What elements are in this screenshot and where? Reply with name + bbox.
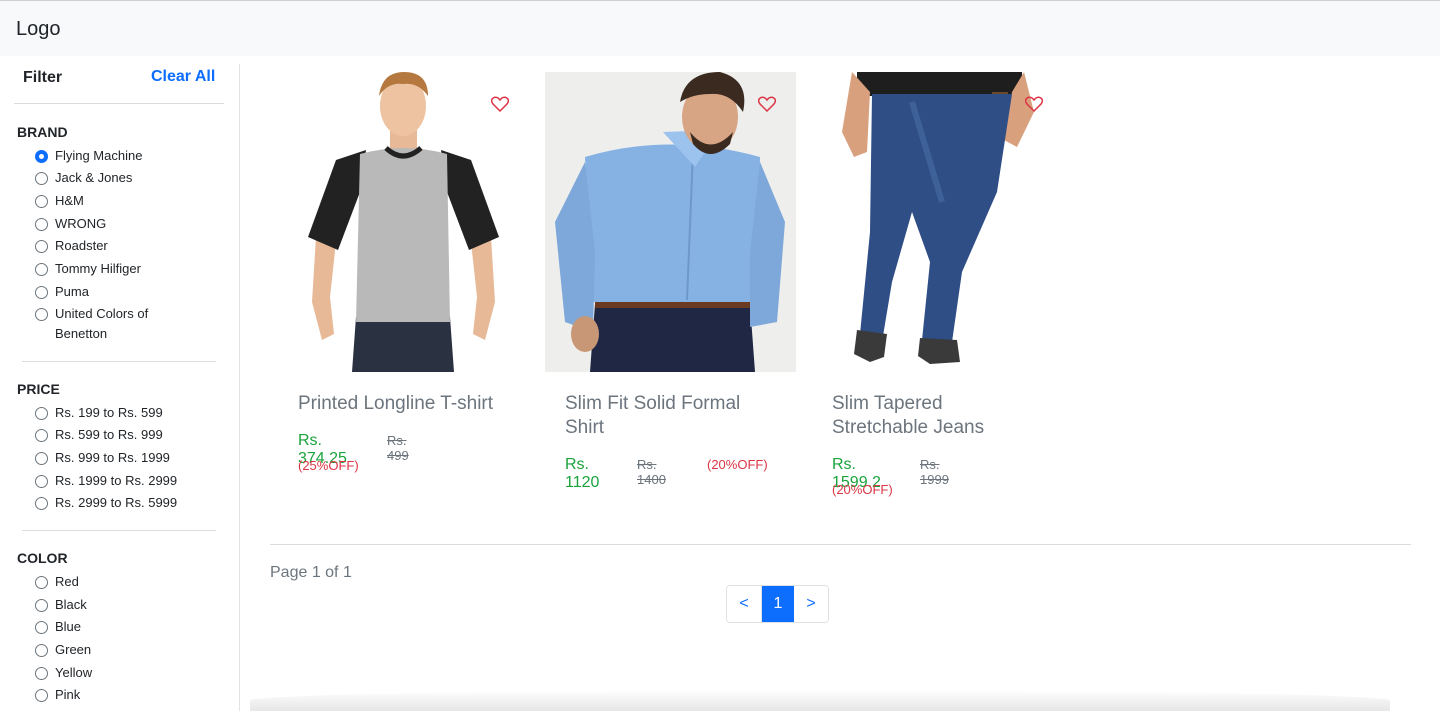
- product-mrp: Rs. 1400: [637, 457, 666, 487]
- product-discount: (20%OFF): [707, 457, 768, 472]
- radio-button[interactable]: [35, 599, 48, 612]
- color-option-blue[interactable]: Blue: [35, 617, 225, 637]
- radio-button[interactable]: [35, 150, 48, 163]
- product-price: Rs. 1120: [565, 456, 600, 491]
- color-option-green[interactable]: Green: [35, 640, 225, 660]
- brand-section-title: BRAND: [17, 124, 68, 140]
- divider: [22, 530, 216, 531]
- divider: [270, 544, 1411, 545]
- product-discount: (20%OFF): [832, 482, 893, 497]
- radio-button[interactable]: [35, 429, 48, 442]
- radio-button[interactable]: [35, 689, 48, 702]
- brand-option-wrong[interactable]: WRONG: [35, 214, 225, 234]
- color-option-pink[interactable]: Pink: [35, 685, 225, 705]
- radio-button[interactable]: [35, 407, 48, 420]
- product-image-formal-shirt[interactable]: [545, 72, 796, 372]
- color-section-title: COLOR: [17, 550, 68, 566]
- product-mrp: Rs. 499: [387, 433, 409, 463]
- brand-option-roadster[interactable]: Roadster: [35, 236, 225, 256]
- radio-button[interactable]: [35, 286, 48, 299]
- radio-button[interactable]: [35, 263, 48, 276]
- radio-button[interactable]: [35, 497, 48, 510]
- price-section-title: PRICE: [17, 381, 60, 397]
- radio-button[interactable]: [35, 475, 48, 488]
- logo[interactable]: Logo: [16, 18, 61, 41]
- page-info: Page 1 of 1: [270, 564, 352, 581]
- color-option-black[interactable]: Black: [35, 595, 225, 615]
- color-option-red[interactable]: Red: [35, 572, 225, 592]
- product-mrp: Rs. 1999: [920, 457, 949, 487]
- brand-option-puma[interactable]: Puma: [35, 282, 225, 302]
- price-option-999-1999[interactable]: Rs. 999 to Rs. 1999: [35, 448, 225, 468]
- radio-button[interactable]: [35, 240, 48, 253]
- divider: [14, 103, 224, 104]
- radio-button[interactable]: [35, 644, 48, 657]
- color-option-yellow[interactable]: Yellow: [35, 663, 225, 683]
- price-option-599-999[interactable]: Rs. 599 to Rs. 999: [35, 425, 225, 445]
- wishlist-heart-icon[interactable]: [491, 96, 509, 112]
- product-image-jeans[interactable]: [812, 72, 1063, 372]
- top-navbar: Logo: [0, 0, 1440, 56]
- radio-button[interactable]: [35, 308, 48, 321]
- brand-option-ucb[interactable]: United Colors of Benetton: [35, 304, 165, 344]
- wishlist-heart-icon[interactable]: [758, 96, 776, 112]
- brand-option-hm[interactable]: H&M: [35, 191, 225, 211]
- pagination: < 1 >: [726, 585, 829, 623]
- prev-page-button[interactable]: <: [727, 586, 761, 622]
- product-discount: (25%OFF): [298, 458, 359, 473]
- price-option-199-599[interactable]: Rs. 199 to Rs. 599: [35, 403, 225, 423]
- brand-option-tommy-hilfiger[interactable]: Tommy Hilfiger: [35, 259, 225, 279]
- wishlist-heart-icon[interactable]: [1025, 96, 1043, 112]
- product-title[interactable]: Slim Fit Solid Formal Shirt: [565, 392, 775, 440]
- radio-button[interactable]: [35, 667, 48, 680]
- divider: [22, 361, 216, 362]
- radio-button[interactable]: [35, 452, 48, 465]
- radio-button[interactable]: [35, 172, 48, 185]
- price-option-2999-5999[interactable]: Rs. 2999 to Rs. 5999: [35, 493, 225, 513]
- product-image-tshirt[interactable]: [278, 72, 529, 372]
- price-option-1999-2999[interactable]: Rs. 1999 to Rs. 2999: [35, 471, 225, 491]
- next-page-button[interactable]: >: [794, 586, 828, 622]
- radio-button[interactable]: [35, 195, 48, 208]
- brand-option-flying-machine[interactable]: Flying Machine: [35, 146, 225, 166]
- bottom-shadow: [250, 690, 1390, 711]
- radio-button[interactable]: [35, 218, 48, 231]
- brand-option-jack-jones[interactable]: Jack & Jones: [35, 168, 225, 188]
- product-title[interactable]: Printed Longline T-shirt: [298, 392, 528, 416]
- filter-heading: Filter: [23, 69, 63, 86]
- product-title[interactable]: Slim Tapered Stretchable Jeans: [832, 392, 1032, 440]
- radio-button[interactable]: [35, 576, 48, 589]
- radio-button[interactable]: [35, 621, 48, 634]
- filter-sidebar: Filter Clear All BRAND Flying Machine Ja…: [0, 64, 240, 711]
- clear-all-link[interactable]: Clear All: [151, 68, 215, 86]
- page-1-button[interactable]: 1: [761, 586, 794, 622]
